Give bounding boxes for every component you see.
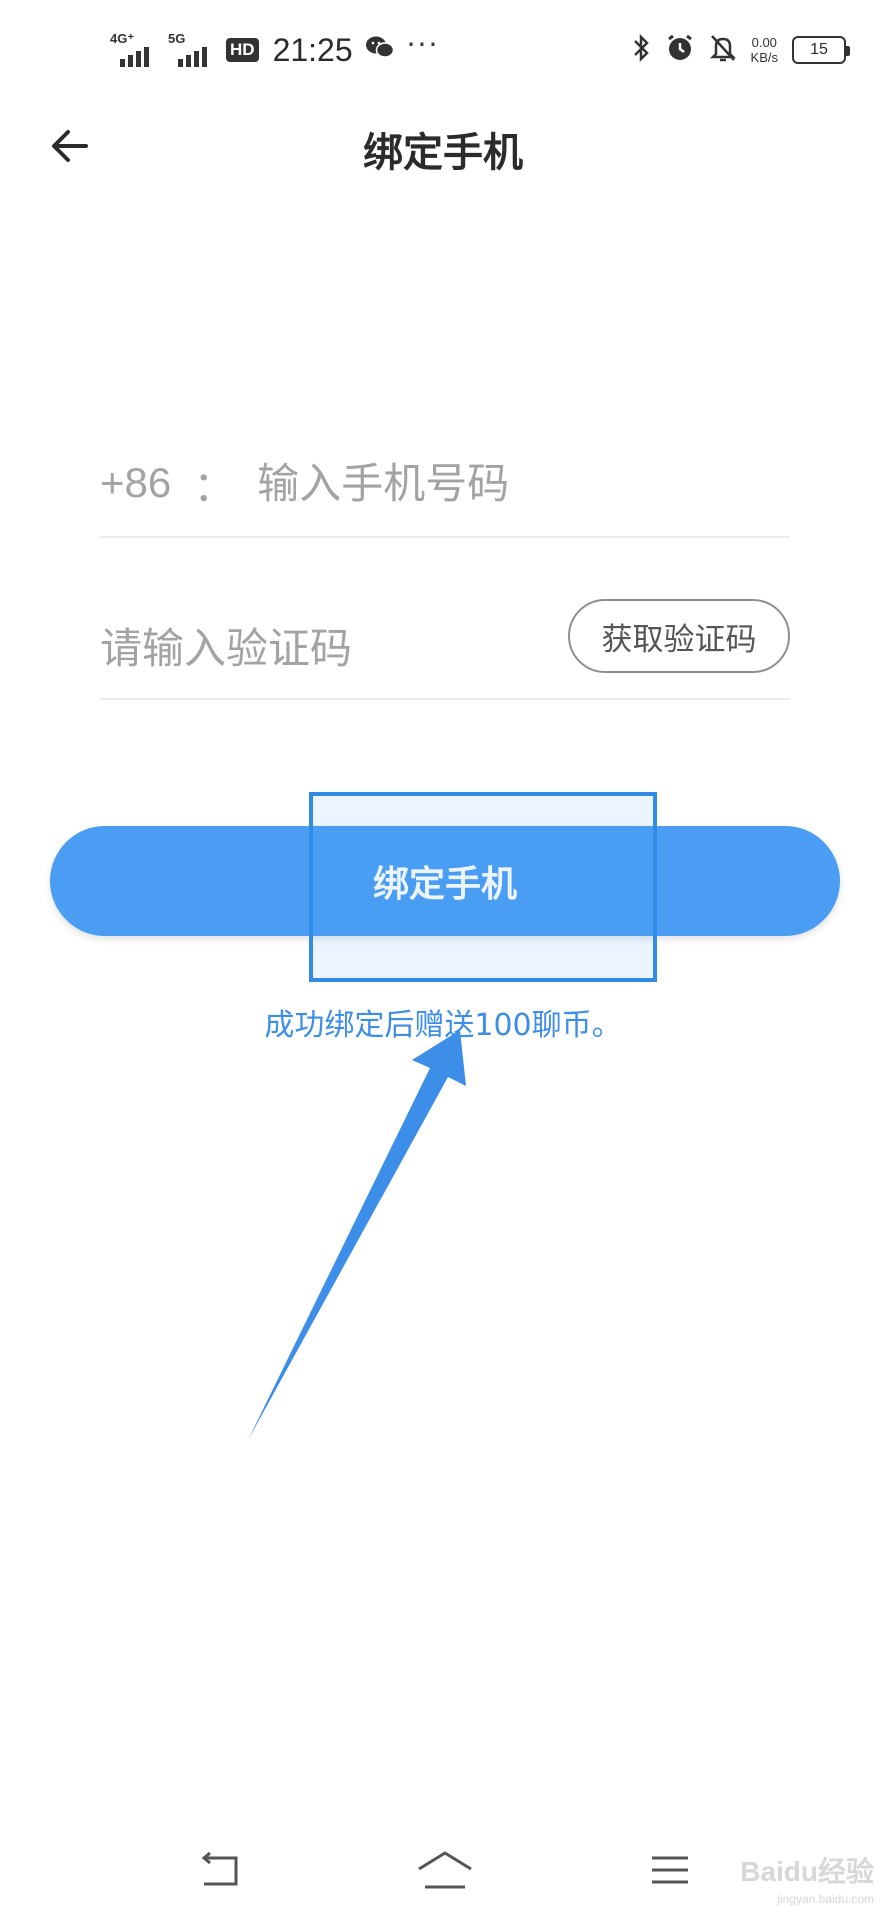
mute-bell-icon [709, 33, 737, 67]
status-time: 21:25 [272, 31, 353, 68]
nav-back-button[interactable] [180, 1840, 260, 1900]
battery-level: 15 [810, 41, 828, 58]
verification-code-input[interactable] [100, 623, 540, 673]
page-title: 绑定手机 [363, 130, 523, 176]
bonus-text: 成功绑定后赠送100聊币。 [264, 1008, 622, 1043]
annotation-arrow [248, 1030, 466, 1440]
phone-row: +86 ： [100, 430, 790, 538]
network-speed: 0.00 KB/s [751, 35, 778, 65]
status-bar: 4G⁺ 5G HD 21:25 ··· 0.00 KB/s 15 [0, 0, 886, 96]
signal-5g-icon: 5G [168, 31, 214, 67]
network-speed-value: 0.00 [751, 35, 777, 50]
network-speed-unit: KB/s [750, 50, 778, 65]
battery-icon: 15 [792, 36, 850, 64]
get-code-button[interactable]: 获取验证码 [568, 599, 790, 673]
status-bar-left: 4G⁺ 5G HD 21:25 ··· [110, 30, 439, 70]
signal-4g-icon: 4G⁺ [110, 31, 156, 67]
header: 绑定手机 [0, 96, 886, 196]
watermark-url: jingyan.baidu.com [777, 1892, 874, 1906]
menu-icon [652, 1856, 688, 1884]
nav-home-button[interactable] [405, 1840, 485, 1900]
network-type-2: 5G [168, 31, 186, 46]
country-code-separator: ： [193, 461, 236, 511]
alarm-icon [665, 33, 695, 67]
status-bar-right: 0.00 KB/s 15 [631, 30, 850, 70]
baidu-watermark: Baidu经验 jingyan.baidu.com [740, 1850, 874, 1906]
bluetooth-icon [631, 33, 651, 67]
network-type-1: 4G⁺ [110, 31, 135, 46]
watermark-brand: Baidu经验 [740, 1856, 874, 1887]
wechat-icon [365, 34, 395, 67]
country-code[interactable]: +86 [100, 459, 171, 507]
phone-input[interactable] [257, 458, 738, 508]
bind-phone-button[interactable]: 绑定手机 [50, 826, 840, 936]
hd-voice-icon: HD [226, 38, 259, 62]
more-notifications-icon: ··· [406, 28, 440, 61]
nav-menu-button[interactable] [630, 1840, 710, 1900]
home-icon [418, 1851, 472, 1889]
return-icon [201, 1851, 238, 1886]
verification-row: 获取验证码 [100, 598, 790, 700]
